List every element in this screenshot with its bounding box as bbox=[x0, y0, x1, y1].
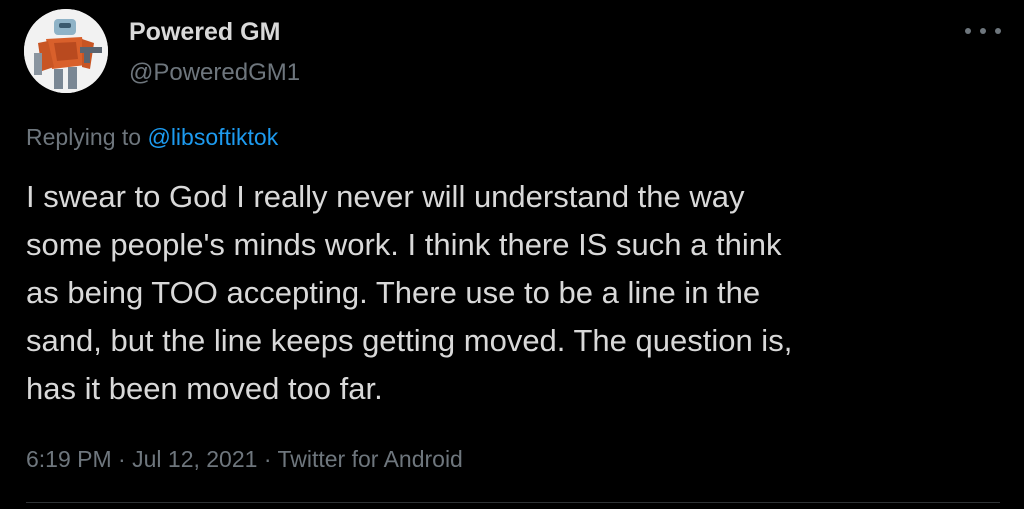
mention-link[interactable]: @libsoftiktok bbox=[147, 124, 278, 150]
author-display-name[interactable]: Powered GM bbox=[129, 14, 280, 50]
tweet-date[interactable]: Jul 12, 2021 bbox=[132, 446, 257, 472]
tweet-time[interactable]: 6:19 PM bbox=[26, 446, 112, 472]
meta-separator: · bbox=[263, 446, 272, 472]
author-handle[interactable]: @PoweredGM1 bbox=[129, 57, 300, 89]
replying-prefix: Replying to bbox=[26, 124, 142, 150]
tweet-text: I swear to God I really never will under… bbox=[26, 179, 793, 406]
tweet-metadata: 6:19 PM · Jul 12, 2021 · Twitter for And… bbox=[26, 443, 463, 475]
divider bbox=[26, 502, 1000, 503]
dot bbox=[995, 28, 1001, 34]
meta-separator: · bbox=[118, 446, 126, 472]
tweet-source[interactable]: Twitter for Android bbox=[277, 446, 462, 472]
dot bbox=[980, 28, 986, 34]
replying-to-line: Replying to @libsoftiktok bbox=[26, 121, 278, 153]
dot bbox=[965, 28, 971, 34]
robot-avatar-icon[interactable] bbox=[24, 9, 108, 93]
more-dots-icon[interactable] bbox=[965, 22, 1001, 40]
tweet-card: Powered GM @PoweredGM1 Replying to @libs… bbox=[0, 0, 1024, 509]
